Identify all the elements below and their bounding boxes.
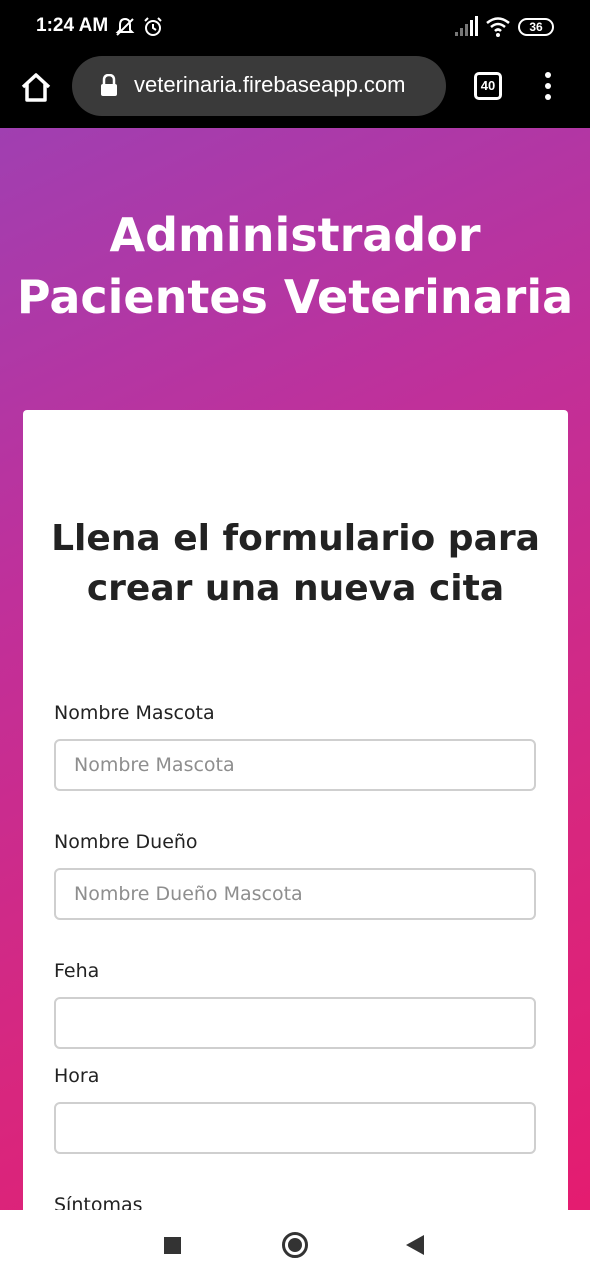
- tab-count: 40: [480, 78, 496, 93]
- tabs-icon[interactable]: 40: [474, 72, 502, 100]
- lock-icon: [101, 74, 117, 96]
- address-bar[interactable]: veterinaria.firebaseapp.com: [72, 56, 446, 116]
- pet-name-label: Nombre Mascota: [54, 702, 215, 724]
- wifi-icon: [486, 17, 510, 37]
- home-icon[interactable]: [18, 70, 54, 106]
- date-label: Feha: [54, 960, 100, 982]
- notifications-off-icon: [115, 17, 135, 36]
- pet-name-input[interactable]: [54, 739, 536, 791]
- browser-toolbar: veterinaria.firebaseapp.com 40: [0, 56, 590, 128]
- url-text[interactable]: veterinaria.firebaseapp.com: [134, 72, 434, 98]
- more-vert-icon[interactable]: [540, 72, 556, 102]
- date-input[interactable]: [54, 997, 536, 1049]
- time-label: Hora: [54, 1065, 100, 1087]
- battery-icon: 36: [518, 18, 554, 36]
- home-circle-icon[interactable]: [282, 1232, 308, 1258]
- signal-icon: [455, 16, 478, 36]
- recents-icon[interactable]: [164, 1237, 181, 1254]
- status-time: 1:24 AM: [36, 15, 109, 36]
- system-nav-bar: [0, 1210, 590, 1280]
- appointment-form-card: Llena el formulario para crear una nueva…: [23, 410, 568, 1230]
- owner-name-label: Nombre Dueño: [54, 831, 198, 853]
- owner-name-input[interactable]: [54, 868, 536, 920]
- time-input[interactable]: [54, 1102, 536, 1154]
- status-bar: 1:24 AM 36: [0, 0, 590, 56]
- alarm-icon: [144, 17, 162, 36]
- battery-level: 36: [529, 20, 543, 34]
- form-heading: Llena el formulario para crear una nueva…: [51, 518, 540, 609]
- page-background: Administrador Pacientes Veterinaria Llen…: [0, 128, 590, 1230]
- back-icon[interactable]: [406, 1235, 424, 1255]
- page-title: Administrador Pacientes Veterinaria: [16, 208, 574, 324]
